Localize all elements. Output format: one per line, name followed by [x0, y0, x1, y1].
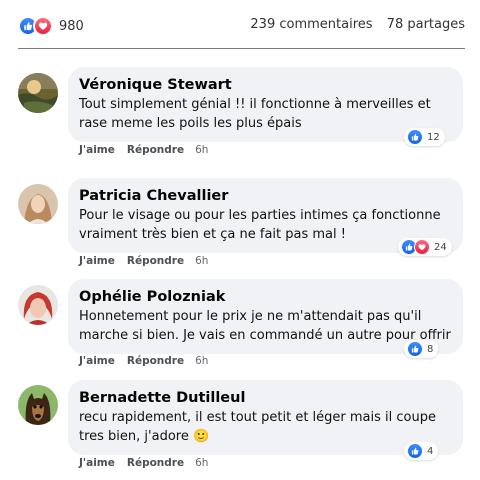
comments-count-link[interactable]: 239 commentaires — [250, 17, 372, 32]
reply-link[interactable]: Répondre — [127, 255, 184, 267]
comment-text: recu rapidement, il est tout petit et lé… — [79, 410, 436, 444]
comment-reaction-count: 8 — [427, 343, 434, 355]
like-icon — [407, 129, 423, 145]
comment-bubble: Bernadette Dutilleul recu rapidement, il… — [68, 380, 463, 455]
like-icon — [407, 443, 423, 459]
top-reactions[interactable]: 980 — [18, 14, 84, 38]
comment-time[interactable]: 6h — [195, 144, 208, 156]
like-icon — [407, 341, 423, 357]
comment-actions: J'aime Répondre 6h — [79, 255, 208, 267]
comment-actions: J'aime Répondre 6h — [79, 355, 208, 367]
comment-author[interactable]: Patricia Chevallier — [79, 186, 451, 206]
avatar[interactable] — [18, 184, 58, 224]
divider — [18, 48, 465, 49]
like-link[interactable]: J'aime — [79, 255, 115, 267]
reaction-count[interactable]: 980 — [59, 19, 84, 34]
comment-time[interactable]: 6h — [195, 355, 208, 367]
comment-text: Tout simplement génial !! il fonctionne … — [79, 97, 431, 131]
comment-reaction-count: 4 — [427, 445, 434, 457]
comment-author[interactable]: Véronique Stewart — [79, 75, 451, 95]
comment-reactions[interactable]: 8 — [404, 340, 439, 358]
comment-text: Pour le visage ou pour les parties intim… — [79, 208, 441, 242]
comment-bubble: Ophélie Polozniak Honnetement pour le pr… — [68, 279, 463, 354]
post-stats: 239 commentaires 78 partages — [250, 17, 465, 32]
comment-author[interactable]: Bernadette Dutilleul — [79, 388, 451, 408]
comment-actions: J'aime Répondre 6h — [79, 144, 208, 156]
avatar[interactable] — [18, 285, 58, 325]
comment-text: Honnetement pour le prix je ne m'attenda… — [79, 309, 451, 343]
comment-reactions[interactable]: 4 — [404, 442, 439, 460]
reply-link[interactable]: Répondre — [127, 355, 184, 367]
like-link[interactable]: J'aime — [79, 457, 115, 469]
reply-link[interactable]: Répondre — [127, 457, 184, 469]
comment-author[interactable]: Ophélie Polozniak — [79, 287, 451, 307]
shares-count-link[interactable]: 78 partages — [387, 17, 465, 32]
avatar[interactable] — [18, 73, 58, 113]
avatar[interactable] — [18, 385, 58, 425]
comment-reactions[interactable]: 24 — [398, 238, 452, 256]
like-link[interactable]: J'aime — [79, 144, 115, 156]
like-link[interactable]: J'aime — [79, 355, 115, 367]
heart-icon — [414, 239, 430, 255]
comment-reaction-count: 24 — [434, 241, 447, 253]
comment-time[interactable]: 6h — [195, 457, 208, 469]
comment-reaction-count: 12 — [427, 131, 440, 143]
comment-reactions[interactable]: 12 — [404, 128, 445, 146]
comment-bubble: Véronique Stewart Tout simplement génial… — [68, 67, 463, 142]
heart-icon — [33, 16, 53, 36]
comment-actions: J'aime Répondre 6h — [79, 457, 208, 469]
reply-link[interactable]: Répondre — [127, 144, 184, 156]
comment-time[interactable]: 6h — [195, 255, 208, 267]
post-reaction-summary: 980 239 commentaires 78 partages — [18, 14, 465, 38]
